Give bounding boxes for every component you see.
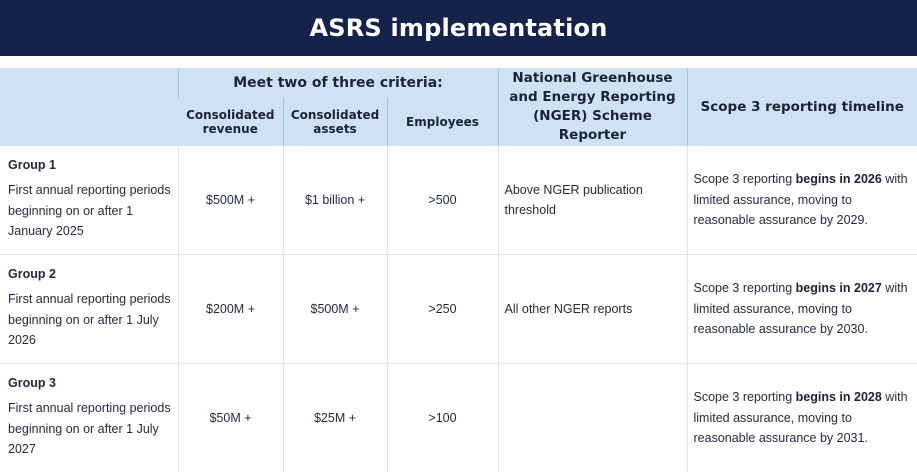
group-description: First annual reporting periods beginning… [8,401,171,457]
scope3-begin-year: begins in 2028 [795,390,882,405]
group-description: First annual reporting periods beginning… [8,183,171,239]
scope3-header: Scope 3 reporting timeline [686,68,917,146]
scope3-begin-year: begins in 2026 [795,172,882,187]
employees-cell: >500 [386,146,498,255]
table-row: Group 1 First annual reporting periods b… [0,146,917,255]
revenue-cell: $200M + [177,254,283,364]
table-row: Group 3 First annual reporting periods b… [0,363,917,472]
assets-cell: $25M + [282,363,387,472]
revenue-header: Consolidated revenue [178,98,283,146]
group-description: First annual reporting periods beginning… [8,292,171,348]
group-cell: Group 3 First annual reporting periods b… [0,363,178,472]
header-blank [0,68,178,146]
nger-cell: All other NGER reports [497,254,687,364]
group-name: Group 2 [8,267,56,282]
employees-header: Employees [386,98,498,146]
scope3-text: Scope 3 reporting [693,172,796,187]
assets-header: Consolidated assets [282,98,387,146]
assets-cell: $500M + [282,254,387,364]
nger-cell [497,363,687,472]
title-banner: ASRS implementation [0,0,917,56]
group-cell: Group 1 First annual reporting periods b… [0,146,178,255]
scope3-text: Scope 3 reporting [693,281,796,296]
spacer [0,56,917,68]
nger-cell: Above NGER publication threshold [497,146,687,255]
scope3-cell: Scope 3 reporting begins in 2027 with li… [686,254,917,364]
group-name: Group 1 [8,158,56,173]
table-row: Group 2 First annual reporting periods b… [0,254,917,364]
revenue-cell: $500M + [177,146,283,255]
asrs-table: Meet two of three criteria: National Gre… [0,68,917,472]
group-cell: Group 2 First annual reporting periods b… [0,254,178,364]
criteria-header: Meet two of three criteria: [177,68,498,98]
scope3-cell: Scope 3 reporting begins in 2028 with li… [686,363,917,472]
revenue-cell: $50M + [177,363,283,472]
scope3-text: Scope 3 reporting [693,390,796,405]
nger-header: National Greenhouse and Energy Reporting… [497,68,687,146]
page-title: ASRS implementation [309,14,608,42]
scope3-begin-year: begins in 2027 [795,281,882,296]
employees-cell: >250 [386,254,498,364]
scope3-cell: Scope 3 reporting begins in 2026 with li… [686,146,917,255]
group-name: Group 3 [8,376,56,391]
assets-cell: $1 billion + [282,146,387,255]
employees-cell: >100 [386,363,498,472]
